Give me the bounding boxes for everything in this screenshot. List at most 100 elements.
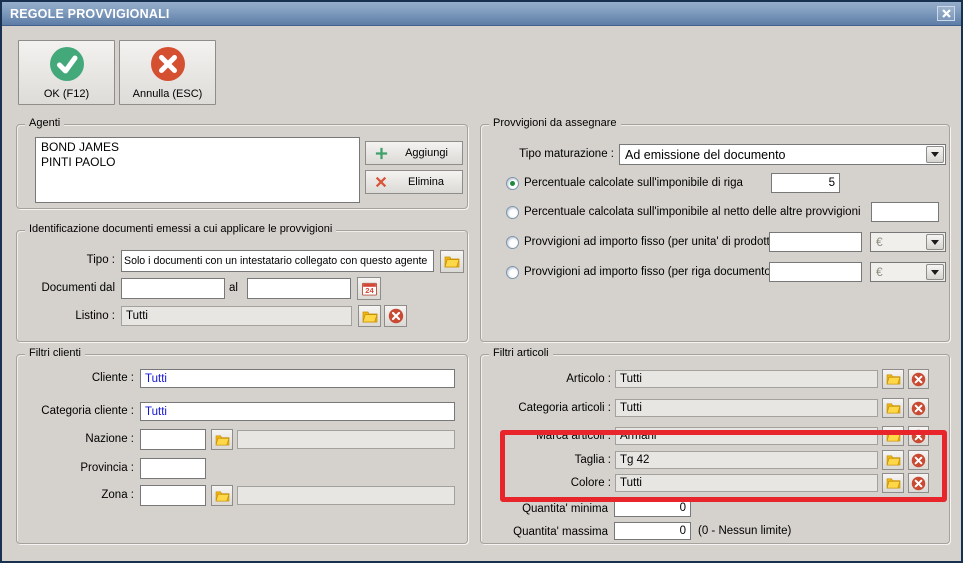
article-filters-legend: Filtri articoli <box>489 347 553 359</box>
close-icon <box>941 9 951 18</box>
zona-label: Zona : <box>101 489 134 501</box>
quantita-massima-label: Quantita' massima <box>513 526 608 538</box>
tipo-field[interactable]: Solo i documenti con un intestatario col… <box>121 250 434 272</box>
agents-listbox[interactable]: BOND JAMES PINTI PAOLO <box>35 137 360 203</box>
radio-importo-riga[interactable] <box>506 266 519 279</box>
documenti-al-field[interactable] <box>247 278 351 299</box>
folder-icon <box>886 431 900 442</box>
agent-list-item[interactable]: PINTI PAOLO <box>41 155 354 170</box>
categoria-articoli-field[interactable]: Tutti <box>615 399 878 417</box>
nazione-code-field[interactable] <box>140 429 206 450</box>
categoria-articoli-clear-button[interactable] <box>908 398 929 418</box>
radio-percentuale-riga[interactable] <box>506 177 519 190</box>
marca-articoli-clear-button[interactable] <box>908 426 929 446</box>
cliente-field[interactable]: Tutti <box>140 369 455 388</box>
zona-desc-field <box>237 486 455 505</box>
add-agent-label: Aggiungi <box>405 147 448 159</box>
quantita-minima-field[interactable]: 0 <box>614 499 691 517</box>
colore-lookup-button[interactable] <box>882 473 904 493</box>
documents-group-legend: Identificazione documenti emessi a cui a… <box>25 223 337 235</box>
svg-text:24: 24 <box>365 286 374 295</box>
delete-agent-label: Elimina <box>407 176 445 188</box>
listino-field[interactable]: Tutti <box>121 306 352 326</box>
importo-unita-currency-combo[interactable]: € <box>870 232 946 252</box>
clear-x-icon <box>911 453 926 467</box>
dropdown-arrow-icon[interactable] <box>926 264 944 280</box>
tipo-maturazione-combo[interactable]: Ad emissione del documento <box>619 144 946 165</box>
categoria-cliente-field[interactable]: Tutti <box>140 402 455 421</box>
plus-icon <box>375 147 388 159</box>
currency-symbol: € <box>876 265 883 279</box>
dropdown-arrow-icon[interactable] <box>926 146 944 163</box>
clear-x-icon <box>911 401 926 415</box>
marca-articoli-field[interactable]: Armani <box>615 427 878 445</box>
radio-percentuale-riga-label: Percentuale calcolate sull'imponibile di… <box>524 177 743 189</box>
currency-symbol: € <box>876 235 883 249</box>
dropdown-arrow-icon[interactable] <box>926 234 944 250</box>
folder-icon <box>215 435 229 445</box>
add-agent-button[interactable]: Aggiungi <box>365 141 463 165</box>
date-picker-button[interactable]: 24 <box>357 277 381 300</box>
importo-unita-field[interactable] <box>769 232 862 252</box>
folder-icon <box>444 256 460 268</box>
taglia-clear-button[interactable] <box>908 450 929 470</box>
radio-importo-unita[interactable] <box>506 236 519 249</box>
colore-clear-button[interactable] <box>908 473 929 493</box>
categoria-articoli-label: Categoria articoli : <box>518 402 611 414</box>
calendar-icon: 24 <box>361 282 377 296</box>
tipo-maturazione-label: Tipo maturazione : <box>519 148 614 160</box>
client-filters-legend: Filtri clienti <box>25 347 85 359</box>
listino-clear-button[interactable] <box>384 305 407 327</box>
taglia-label: Taglia : <box>574 454 611 466</box>
folder-icon <box>886 455 900 466</box>
cancel-button[interactable]: Annulla (ESC) <box>119 40 216 105</box>
colore-field[interactable]: Tutti <box>615 474 878 492</box>
agent-list-item[interactable]: BOND JAMES <box>41 140 354 155</box>
ok-check-icon <box>49 46 84 81</box>
marca-articoli-lookup-button[interactable] <box>882 426 904 446</box>
quantita-limit-note: (0 - Nessun limite) <box>698 525 792 537</box>
agents-group: Agenti BOND JAMES PINTI PAOLO Aggiungi E… <box>16 117 468 209</box>
nazione-label: Nazione : <box>85 433 134 445</box>
percentuale-riga-field[interactable]: 5 <box>771 173 840 193</box>
provincia-label: Provincia : <box>80 462 134 474</box>
importo-riga-field[interactable] <box>769 262 862 282</box>
categoria-articoli-lookup-button[interactable] <box>882 398 904 418</box>
ok-button[interactable]: OK (F12) <box>18 40 115 105</box>
quantita-massima-field[interactable]: 0 <box>614 522 691 540</box>
article-filters-group: Filtri articoli Articolo : Tutti Categor… <box>480 347 950 544</box>
taglia-lookup-button[interactable] <box>882 450 904 470</box>
listino-lookup-button[interactable] <box>358 305 381 327</box>
articolo-clear-button[interactable] <box>908 369 929 389</box>
clear-x-icon <box>911 429 926 443</box>
folder-icon <box>886 374 900 385</box>
nazione-lookup-button[interactable] <box>211 429 233 450</box>
provvigioni-group: Provvigioni da assegnare Tipo maturazion… <box>480 117 950 342</box>
tipo-lookup-button[interactable] <box>440 250 464 273</box>
titlebar: REGOLE PROVVIGIONALI <box>2 2 961 26</box>
provvigioni-legend: Provvigioni da assegnare <box>489 117 621 129</box>
articolo-field[interactable]: Tutti <box>615 370 878 388</box>
taglia-field[interactable]: Tg 42 <box>615 451 878 469</box>
x-icon <box>375 176 387 188</box>
ok-button-label: OK (F12) <box>43 87 90 100</box>
close-button[interactable] <box>937 6 955 21</box>
documenti-dal-field[interactable] <box>121 278 225 299</box>
percentuale-netto-field[interactable] <box>871 202 939 222</box>
delete-agent-button[interactable]: Elimina <box>365 170 463 194</box>
provincia-field[interactable] <box>140 458 206 479</box>
folder-icon <box>362 311 377 322</box>
importo-riga-currency-combo[interactable]: € <box>870 262 946 282</box>
cancel-button-label: Annulla (ESC) <box>132 87 203 100</box>
radio-importo-unita-label: Provvigioni ad importo fisso (per unita'… <box>524 236 780 248</box>
zona-lookup-button[interactable] <box>211 485 233 506</box>
zona-code-field[interactable] <box>140 485 206 506</box>
articolo-label: Articolo : <box>566 373 611 385</box>
nazione-desc-field <box>237 430 455 449</box>
radio-importo-riga-label: Provvigioni ad importo fisso (per riga d… <box>524 266 775 278</box>
marca-articoli-label: Marca articoli : <box>536 430 611 442</box>
tipo-maturazione-value: Ad emissione del documento <box>625 147 786 162</box>
radio-percentuale-netto[interactable] <box>506 206 519 219</box>
articolo-lookup-button[interactable] <box>882 369 904 389</box>
agents-group-legend: Agenti <box>25 117 65 129</box>
